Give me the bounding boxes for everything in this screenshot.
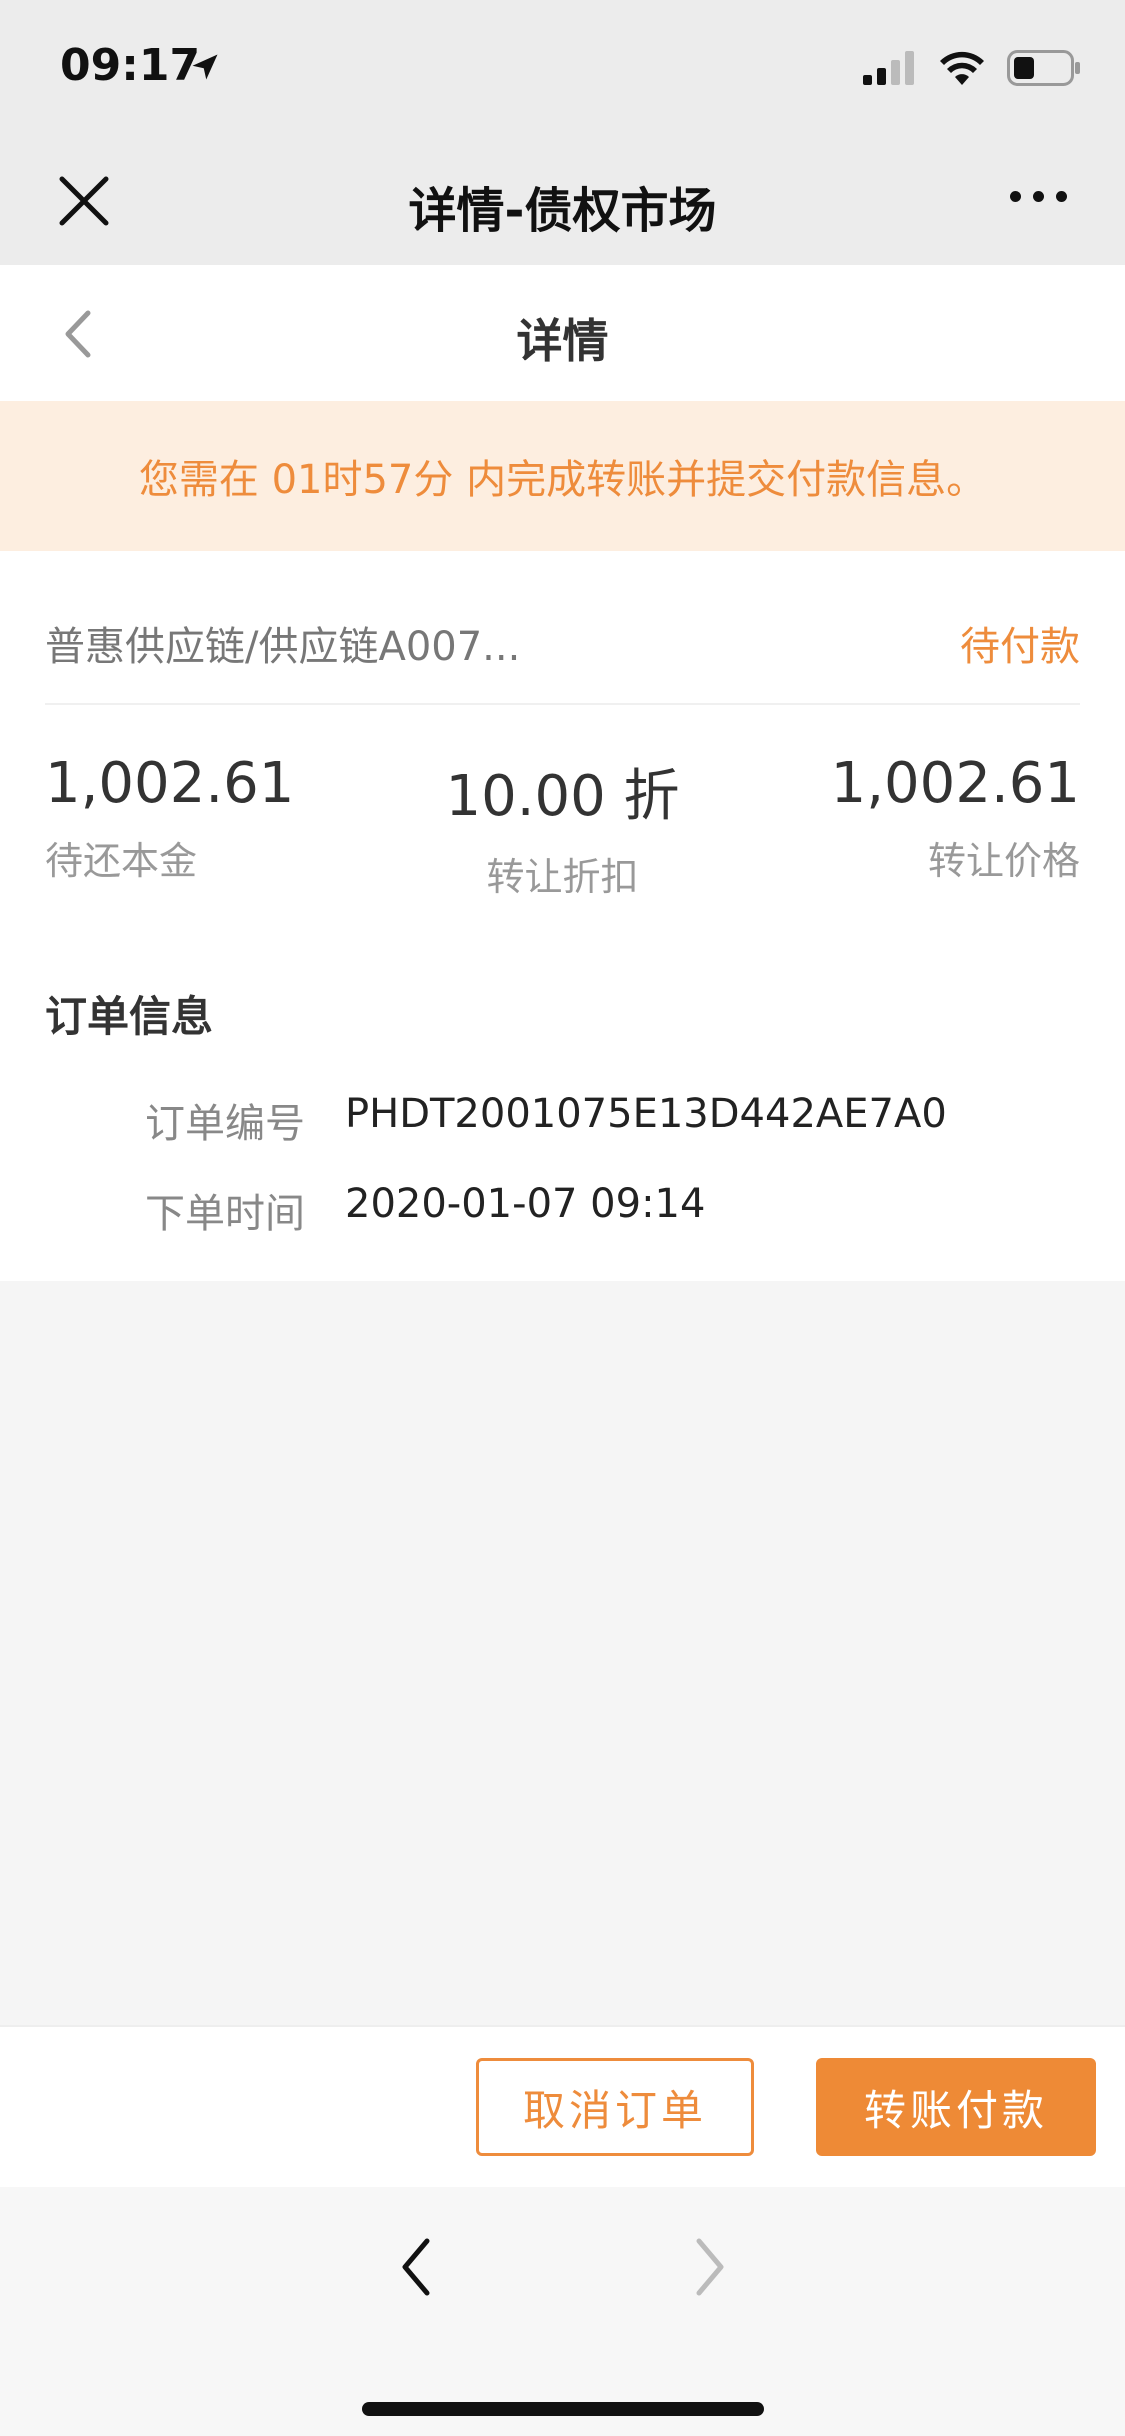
order-number-value: PHDT2001075E13D442AE7A0 bbox=[345, 1091, 947, 1137]
product-row: 普惠供应链/供应链A007... 待付款 bbox=[45, 551, 1080, 705]
status-time: 09:17 bbox=[60, 40, 201, 91]
location-arrow-icon bbox=[190, 52, 220, 86]
detail-card: 普惠供应链/供应链A007... 待付款 1,002.61 待还本金 10.00… bbox=[0, 551, 1125, 1281]
browser-toolbar bbox=[0, 2187, 1125, 2436]
status-indicators bbox=[863, 50, 1081, 90]
battery-icon bbox=[1007, 50, 1081, 90]
browser-back-icon[interactable] bbox=[393, 2235, 441, 2299]
wifi-icon bbox=[939, 51, 985, 89]
transfer-pay-button[interactable]: 转账付款 bbox=[816, 2058, 1096, 2156]
browser-forward-icon[interactable] bbox=[685, 2235, 733, 2299]
webview-nav-bar: 详情-债权市场 bbox=[0, 135, 1125, 265]
page-header: 详情 bbox=[0, 265, 1125, 401]
more-dots-icon[interactable] bbox=[1010, 191, 1067, 202]
cellular-signal-icon bbox=[863, 51, 917, 89]
product-name: 普惠供应链/供应链A007... bbox=[45, 624, 521, 670]
status-badge: 待付款 bbox=[960, 624, 1080, 670]
page-title: 详情 bbox=[516, 314, 609, 368]
stats-row: 1,002.61 待还本金 10.00 折 转让折扣 1,002.61 转让价格 bbox=[45, 751, 1080, 901]
bottom-action-bar: 取消订单 转账付款 bbox=[0, 2025, 1125, 2187]
status-bar: 09:17 bbox=[0, 0, 1125, 135]
webview-title: 详情-债权市场 bbox=[408, 183, 717, 239]
order-number-row: 订单编号 PHDT2001075E13D442AE7A0 bbox=[145, 1091, 947, 1149]
order-number-label: 订单编号 bbox=[145, 1101, 305, 1147]
notice-text: 您需在 01时57分 内完成转账并提交付款信息。 bbox=[138, 457, 987, 503]
order-time-row: 下单时间 2020-01-07 09:14 bbox=[145, 1181, 705, 1239]
order-time-value: 2020-01-07 09:14 bbox=[345, 1181, 706, 1227]
order-time-label: 下单时间 bbox=[145, 1191, 305, 1237]
stat-label: 转让价格 bbox=[927, 839, 1080, 883]
home-indicator[interactable] bbox=[362, 2402, 764, 2416]
cancel-order-button[interactable]: 取消订单 bbox=[476, 2058, 754, 2156]
stat-price: 1,002.61 转让价格 bbox=[831, 751, 1080, 885]
payment-deadline-notice: 您需在 01时57分 内完成转账并提交付款信息。 bbox=[0, 401, 1125, 551]
order-info-title: 订单信息 bbox=[45, 992, 214, 1041]
stat-value: 1,002.61 bbox=[830, 751, 1080, 816]
